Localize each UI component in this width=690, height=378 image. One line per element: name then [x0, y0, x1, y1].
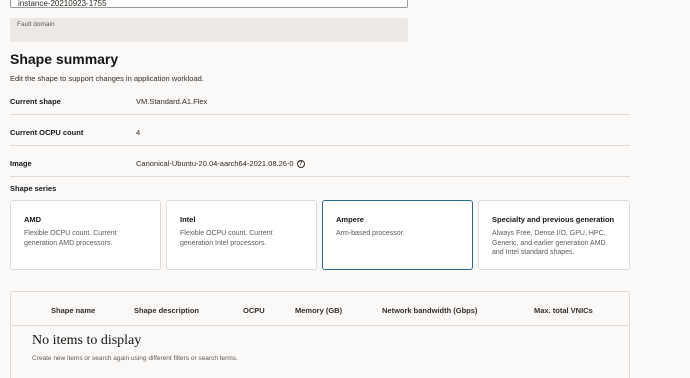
shape-series-label: Shape series [10, 184, 57, 193]
shapes-table: Shape name Shape description OCPU Memory… [10, 291, 630, 378]
card-description: Always Free, Dense I/O, GPU, HPC, Generi… [492, 230, 606, 256]
shape-series-card-specialty[interactable]: Specialty and previous generation Always… [478, 200, 630, 270]
card-description: Flexible OCPU count. Current generation … [180, 230, 273, 247]
table-header: Shape name Shape description OCPU Memory… [11, 292, 629, 326]
shape-summary-description: Edit the shape to support changes in app… [10, 74, 204, 83]
column-header-max-vnics[interactable]: Max. total VNICs [534, 306, 593, 315]
shape-series-card-ampere[interactable]: Ampere Arm-based processor. [322, 200, 473, 270]
column-header-ocpu[interactable]: OCPU [243, 306, 265, 315]
help-icon[interactable]: ? [296, 160, 305, 169]
fault-domain-label: Fault domain [17, 21, 55, 28]
card-title: Ampere [336, 215, 364, 224]
column-header-shape-name[interactable]: Shape name [51, 306, 95, 315]
current-ocpu-value: 4 [136, 128, 141, 137]
image-value: Canonical-Ubuntu-20.04-aarch64-2021.08.2… [136, 159, 294, 168]
divider [10, 145, 630, 146]
image-label: Image [10, 159, 32, 168]
column-header-shape-description[interactable]: Shape description [134, 306, 199, 315]
empty-state-description: Create new items or search again using d… [32, 355, 238, 362]
current-shape-value: VM.Standard.A1.Flex [136, 97, 208, 106]
column-header-memory[interactable]: Memory (GB) [295, 306, 342, 315]
shape-summary-title: Shape summary [10, 51, 119, 67]
card-description: Arm-based processor. [336, 230, 405, 237]
card-title: Intel [180, 215, 196, 224]
shape-series-card-amd[interactable]: AMD Flexible OCPU count. Current generat… [10, 200, 161, 270]
card-title: AMD [24, 215, 42, 224]
shape-series-card-intel[interactable]: Intel Flexible OCPU count. Current gener… [166, 200, 317, 270]
empty-state-title: No items to display [32, 333, 142, 348]
divider [10, 176, 630, 177]
image-row: Canonical-Ubuntu-20.04-aarch64-2021.08.2… [136, 159, 305, 169]
instance-name-input[interactable]: instance-20210923-1755 [10, 0, 408, 8]
card-title: Specialty and previous generation [492, 215, 615, 224]
column-header-network-bandwidth[interactable]: Network bandwidth (Gbps) [382, 306, 477, 315]
card-description: Flexible OCPU count. Current generation … [24, 230, 117, 247]
fault-domain-field[interactable]: Fault domain [10, 18, 408, 42]
current-ocpu-label: Current OCPU count [10, 128, 84, 137]
divider [10, 114, 630, 115]
current-shape-label: Current shape [10, 97, 61, 106]
